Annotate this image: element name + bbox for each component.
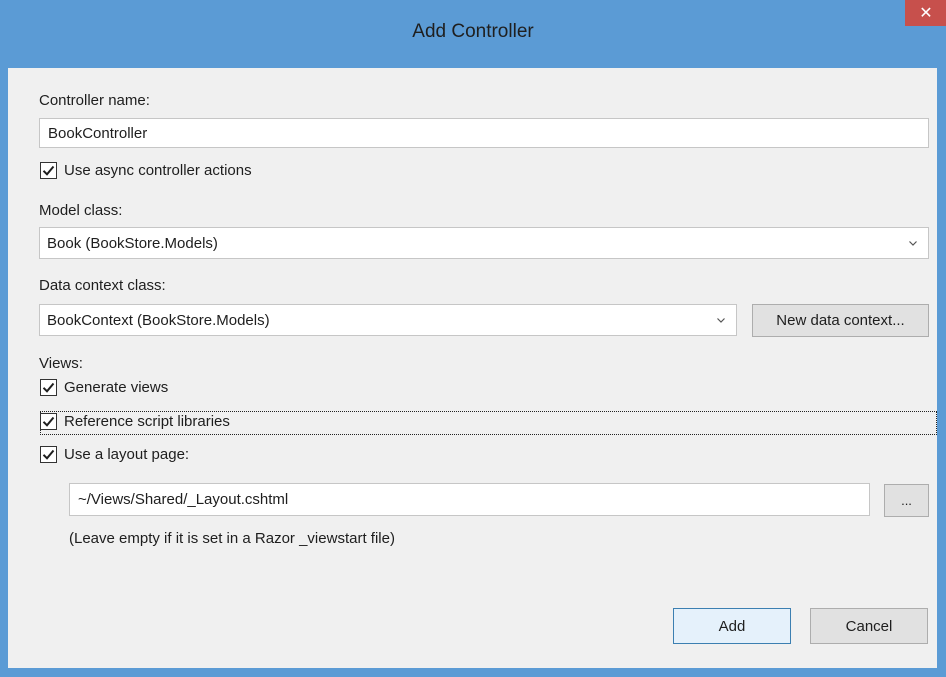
chevron-down-icon [909, 241, 917, 246]
title-bar[interactable]: Add Controller ✕ [0, 0, 946, 68]
layout-page-input[interactable]: ~/Views/Shared/_Layout.cshtml [69, 483, 870, 516]
checkmark-icon [42, 165, 55, 176]
reference-scripts-label: Reference script libraries [64, 413, 230, 430]
async-actions-label: Use async controller actions [64, 162, 252, 179]
chevron-down-icon [717, 318, 725, 323]
data-context-value: BookContext (BookStore.Models) [47, 311, 270, 329]
controller-name-input[interactable]: BookController [39, 118, 929, 148]
reference-scripts-option[interactable]: Reference script libraries [40, 413, 230, 430]
browse-button[interactable]: ... [884, 484, 929, 517]
close-icon: ✕ [919, 5, 933, 22]
add-controller-dialog: Add Controller ✕ Controller name: BookCo… [0, 0, 946, 677]
reference-scripts-checkbox[interactable] [40, 413, 57, 430]
model-class-dropdown[interactable]: Book (BookStore.Models) [39, 227, 929, 259]
data-context-dropdown[interactable]: BookContext (BookStore.Models) [39, 304, 737, 336]
data-context-label: Data context class: [39, 277, 166, 294]
new-data-context-button[interactable]: New data context... [752, 304, 929, 337]
checkmark-icon [42, 449, 55, 460]
checkmark-icon [42, 382, 55, 393]
model-class-value: Book (BookStore.Models) [47, 234, 218, 252]
layout-page-checkbox[interactable] [40, 446, 57, 463]
checkmark-icon [42, 416, 55, 427]
add-button[interactable]: Add [673, 608, 791, 644]
layout-page-hint: (Leave empty if it is set in a Razor _vi… [69, 530, 395, 547]
async-actions-option[interactable]: Use async controller actions [40, 162, 252, 179]
layout-page-label: Use a layout page: [64, 446, 190, 463]
async-actions-checkbox[interactable] [40, 162, 57, 179]
dialog-body: Controller name: BookController Use asyn… [8, 68, 937, 668]
dialog-title: Add Controller [412, 21, 534, 42]
views-label: Views: [39, 355, 83, 372]
generate-views-checkbox[interactable] [40, 379, 57, 396]
controller-name-label: Controller name: [39, 92, 150, 109]
close-button[interactable]: ✕ [905, 0, 946, 26]
generate-views-option[interactable]: Generate views [40, 379, 168, 396]
layout-page-option[interactable]: Use a layout page: [40, 446, 189, 463]
cancel-button[interactable]: Cancel [810, 608, 928, 644]
generate-views-label: Generate views [64, 379, 169, 396]
model-class-label: Model class: [39, 202, 123, 219]
